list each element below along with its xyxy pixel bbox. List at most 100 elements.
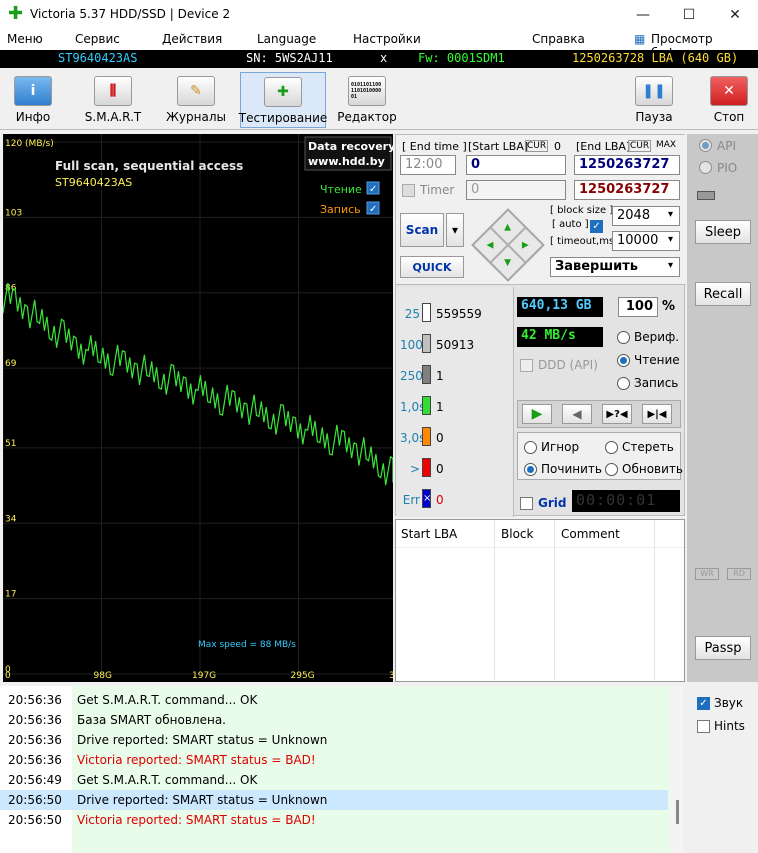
pause-button[interactable]: ❚❚ Пауза [621,76,687,128]
menu-actions[interactable]: Действия [162,32,222,46]
hints-checkbox[interactable] [697,720,710,733]
info-button[interactable]: i Инфо [0,76,66,128]
menu-service[interactable]: Сервис [75,32,120,46]
end-max-label[interactable]: MAX [656,140,676,150]
log-row[interactable]: 20:56:50 Drive reported: SMART status = U… [0,790,668,810]
auto-checkbox[interactable]: ✓ [590,220,603,233]
log-message: Victoria reported: SMART status = BAD! [77,813,316,827]
log-row[interactable]: 20:56:36 Drive reported: SMART status = U… [0,730,668,750]
right-panel: API PIO Sleep Recall WR RD Passp [687,134,758,682]
finish-action-select[interactable]: Завершить [550,257,680,277]
end-lba-field[interactable]: 1250263727 [574,155,680,175]
stat-count: 0 [436,462,444,476]
pio-radio[interactable] [699,161,712,174]
sound-checkbox[interactable]: ✓ [697,697,710,710]
end-lba-label: [End LBA] [576,140,631,153]
stat-label: 25 [404,307,420,321]
start-lba-field[interactable]: 0 [466,155,566,175]
timer-field[interactable]: 0 [466,180,566,200]
stop-button[interactable]: ✕ Стоп [696,76,758,128]
grid-label: Grid [538,496,567,510]
skip-end-icon[interactable]: ▶|◀ [642,404,672,424]
y-tick-label: 120 (MB/s) [5,139,54,149]
log-time: 20:56:36 [8,693,62,707]
y-tick-label: 69 [5,359,17,369]
refresh-radio[interactable] [605,463,618,476]
passp-button[interactable]: Passp [695,636,751,660]
pause-icon: ❚❚ [635,76,673,106]
fix-radio[interactable] [524,463,537,476]
read-radio[interactable] [617,354,630,367]
y-tick-label: 17 [5,590,16,600]
stat-count: 559559 [436,307,482,321]
ignore-radio[interactable] [524,441,537,454]
erase-radio[interactable] [605,441,618,454]
play-icon[interactable]: ▶ [522,404,552,424]
menu-help[interactable]: Справка [532,32,585,46]
device-capacity: 1250263728 LBA (640 GB) [572,51,739,65]
log-row[interactable]: 20:56:36 База SMART обновлена. [0,710,668,730]
menu-main[interactable]: Меню [7,32,43,46]
scan-dropdown-button[interactable]: ▾ [446,213,464,247]
testing-button[interactable]: ✚ Тестирование [239,72,327,128]
device-firmware: Fw: 0001SDM1 [418,51,505,65]
scanned-size: 640,13 GB [517,297,603,317]
chart-subtitle: ST9640423AS [55,176,132,189]
grid-checkbox[interactable] [520,497,533,510]
log-row[interactable]: 20:56:36 Victoria reported: SMART status … [0,750,668,770]
log-time: 20:56:36 [8,713,62,727]
badge-line-2: www.hdd.by [308,155,385,168]
col-divider [494,520,495,680]
journal-icon: ✎ [177,76,215,106]
stat-label: 100 [400,338,423,352]
ddd-api-checkbox[interactable] [520,359,533,372]
log-row[interactable]: 20:56:50 Victoria reported: SMART status … [0,810,668,830]
end-time-field[interactable]: 12:00 [400,155,456,175]
start-lba-label: [Start LBA] [468,140,529,153]
stat-label: 1,0s [400,400,426,414]
recall-button[interactable]: Recall [695,282,751,306]
title-bar: ✚ Victoria 5.37 HDD/SSD | Device 2 — ☐ ✕ [0,0,758,30]
start-cur-label[interactable]: CUR [525,140,549,152]
close-window-button[interactable]: ✕ [712,0,758,30]
end-lba-current-field[interactable]: 1250263727 [574,180,680,200]
header-block[interactable]: Block [501,527,533,541]
maximize-button[interactable]: ☐ [666,0,712,30]
x-tick-label: 394G [389,671,393,681]
log-scroll-thumb[interactable] [676,800,679,824]
rewind-icon[interactable]: ◀ [562,404,592,424]
menu-language[interactable]: Language [257,32,316,46]
api-radio[interactable] [699,139,712,152]
device-close-button[interactable]: x [380,51,387,65]
finish-dropdown-icon: ▾ [668,260,674,271]
scan-control-panel: [ End time ] [Start LBA] CUR 0 [End LBA]… [395,134,686,517]
timer-checkbox[interactable] [402,184,415,197]
quick-button[interactable]: QUICK [400,256,464,278]
menu-settings[interactable]: Настройки [353,32,421,46]
wr-indicator: WR [695,568,719,580]
scan-button[interactable]: Scan [400,213,444,247]
editor-label: Редактор [337,110,397,124]
minimize-button[interactable]: — [620,0,666,30]
log-time: 20:56:49 [8,773,62,787]
stat-color-box: × [422,489,431,508]
write-label: Запись [634,376,679,390]
smart-button[interactable]: ⫼ S.M.A.R.T [80,76,146,128]
editor-button[interactable]: 0101101100110101000001 Редактор [334,76,400,128]
end-cur-label[interactable]: CUR [628,140,652,152]
skip-unknown-icon[interactable]: ▶?◀ [602,404,632,424]
header-comment[interactable]: Comment [561,527,620,541]
y-tick-label: 103 [5,208,22,218]
write-radio[interactable] [617,377,630,390]
log-row[interactable]: 20:56:36 Get S.M.A.R.T. command... OK [0,690,668,710]
journals-button[interactable]: ✎ Журналы [163,76,229,128]
sleep-button[interactable]: Sleep [695,220,751,244]
log-scrollbar[interactable] [670,686,683,853]
verify-radio[interactable] [617,331,630,344]
badge-line-1: Data recovery [308,140,393,153]
smart-label: S.M.A.R.T [84,110,142,124]
header-start-lba[interactable]: Start LBA [401,527,457,541]
x-tick-label: 0 [5,671,11,681]
pause-label: Пауза [635,110,673,124]
log-row[interactable]: 20:56:49 Get S.M.A.R.T. command... OK [0,770,668,790]
